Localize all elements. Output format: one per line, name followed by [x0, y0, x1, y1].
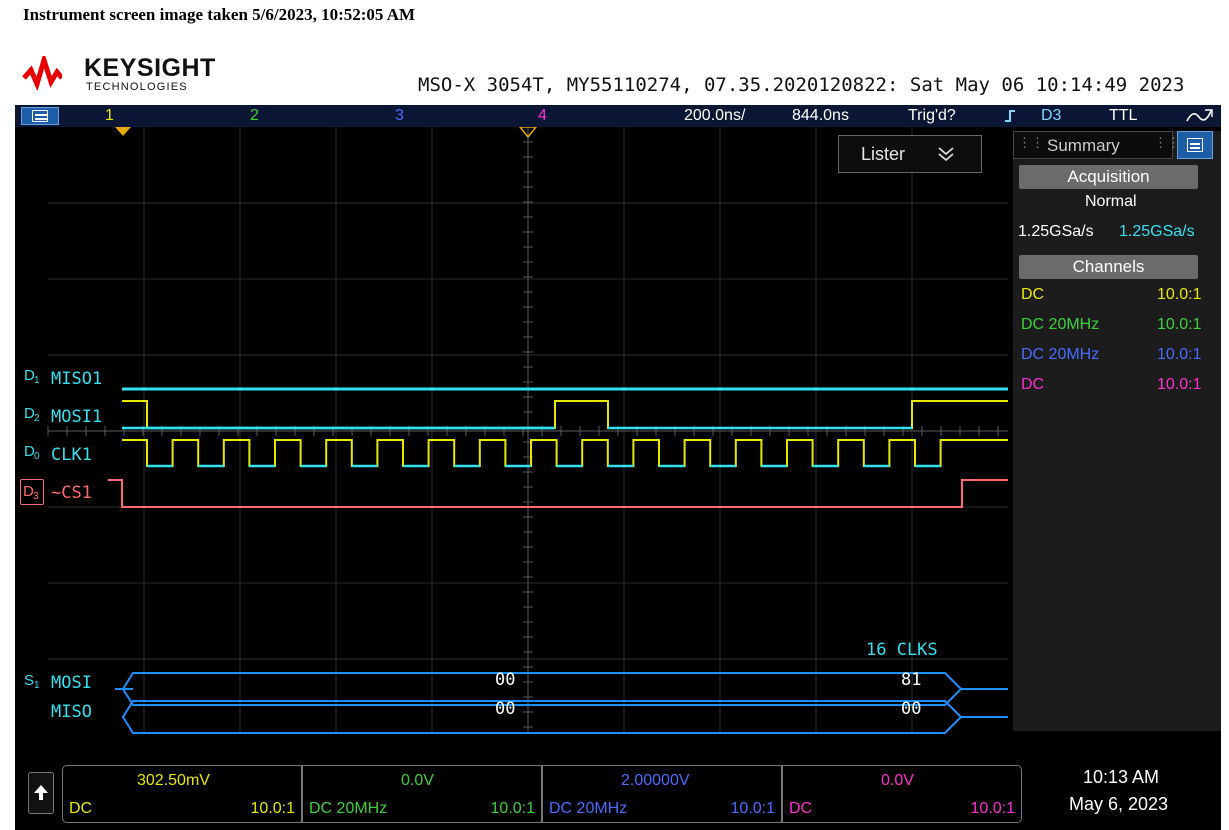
channel-2-label[interactable]: 2	[250, 107, 259, 125]
miso1-label[interactable]: MISO1	[51, 369, 102, 389]
channel-3-label[interactable]: 3	[395, 107, 404, 125]
ch3-scale: 2.00000V	[621, 772, 690, 789]
lister-label: Lister	[861, 144, 906, 164]
ch4-scale: 0.0V	[881, 772, 914, 789]
summary-tab-label: Summary	[1047, 136, 1120, 155]
menu-icon[interactable]	[21, 107, 59, 125]
clk1-trace	[122, 439, 1008, 468]
ch3-coupling: DC 20MHz	[549, 800, 628, 817]
ch1-probe: 10.0:1	[250, 800, 295, 817]
panel-ch1-probe: 10.0:1	[1157, 286, 1202, 303]
scope-display: 1 2 3 4 200.0ns/ 844.0ns Trig'd? D3 TTL	[15, 105, 1221, 830]
capture-title: Instrument screen image taken 5/6/2023, …	[23, 5, 416, 24]
brand-name: KEYSIGHT	[84, 54, 216, 82]
panel-ch4-probe: 10.0:1	[1157, 376, 1202, 393]
ch3-probe: 10.0:1	[730, 800, 775, 817]
clock-count-label: 16 CLKS	[866, 640, 938, 660]
ch2-scale: 0.0V	[401, 772, 434, 789]
delay-value[interactable]: 844.0ns	[792, 107, 849, 125]
arrow-up-icon	[34, 785, 48, 800]
cs1-trace	[108, 479, 1008, 508]
mosi-value-b: 81	[901, 670, 922, 690]
ch4-coupling: DC	[789, 800, 813, 817]
drag-grip-icon[interactable]: ⋮⋮	[1018, 135, 1044, 151]
serial-miso-label[interactable]: MISO	[51, 702, 92, 722]
panel-ch3-probe: 10.0:1	[1157, 346, 1202, 363]
s1-bus-letter: S	[24, 672, 35, 689]
acquisition-header[interactable]: Acquisition	[1019, 165, 1198, 189]
summary-tab[interactable]: ⋮⋮ Summary ⋮⋮	[1013, 131, 1180, 159]
mosi-value-a: 00	[495, 670, 516, 690]
channel-info-bar: 302.50mV DC 10.0:1 0.0V DC 20MHz 10.0:1 …	[15, 761, 1221, 830]
device-info-line: MSO-X 3054T, MY55110274, 07.35.202012082…	[418, 74, 1185, 96]
summary-panel: ⋮⋮ Summary ⋮⋮ Acquisition Normal 1.25GSa…	[1013, 131, 1221, 731]
s1-bus-index: 1	[34, 680, 40, 691]
status-bar: 1 2 3 4 200.0ns/ 844.0ns Trig'd? D3 TTL	[15, 105, 1221, 127]
timebase-value[interactable]: 200.0ns/	[684, 107, 745, 125]
miso-value-b: 00	[901, 699, 922, 719]
channels-header[interactable]: Channels	[1019, 255, 1198, 279]
trigger-source[interactable]: D3	[1041, 107, 1061, 125]
keysight-wave-icon	[22, 56, 62, 90]
sample-rate-primary: 1.25GSa/s	[1018, 223, 1094, 240]
channel-3-info[interactable]: 2.00000V DC 20MHz 10.0:1	[542, 765, 782, 823]
serial-mosi-label[interactable]: MOSI	[51, 673, 92, 693]
keysight-logo: KEYSIGHT TECHNOLOGIES	[22, 54, 232, 96]
clk1-label[interactable]: CLK1	[51, 445, 92, 465]
d3-channel-index: 3	[33, 491, 39, 502]
channel-1-info[interactable]: 302.50mV DC 10.0:1	[62, 765, 302, 823]
brand-subtitle: TECHNOLOGIES	[86, 81, 188, 93]
panel-ch4-coupling: DC	[1021, 376, 1045, 393]
clk1-high-segments	[122, 439, 1008, 467]
clock-time: 10:13 AM	[1083, 767, 1160, 787]
channel-2-info[interactable]: 0.0V DC 20MHz 10.0:1	[302, 765, 542, 823]
panel-ch1-coupling: DC	[1021, 286, 1045, 303]
panel-menu-icon[interactable]	[1177, 131, 1213, 159]
channel-4-label[interactable]: 4	[538, 107, 547, 125]
d0-channel-index: 0	[34, 451, 40, 462]
lister-button[interactable]: Lister	[838, 135, 982, 173]
ch2-probe: 10.0:1	[490, 800, 535, 817]
ch1-coupling: DC	[69, 800, 93, 817]
panel-ch2-probe: 10.0:1	[1157, 316, 1202, 333]
channel-4-info[interactable]: 0.0V DC 10.0:1	[782, 765, 1022, 823]
d3-channel-box[interactable]: D 3	[20, 479, 44, 505]
ch4-probe: 10.0:1	[970, 800, 1015, 817]
ch1-offset-marker[interactable]	[115, 127, 131, 136]
acquisition-mode: Normal	[1085, 193, 1137, 210]
channel-1-label[interactable]: 1	[105, 107, 114, 125]
mosi1-trace	[122, 400, 1008, 430]
panel-ch2-coupling: DC 20MHz	[1021, 316, 1100, 333]
sample-rate-secondary: 1.25GSa/s	[1119, 223, 1195, 240]
ch1-scale: 302.50mV	[137, 772, 210, 789]
trigger-edge-icon	[1005, 110, 1015, 122]
mosi1-label[interactable]: MOSI1	[51, 407, 102, 427]
cs1-label[interactable]: ~CS1	[51, 483, 92, 503]
d1-channel-index: 1	[34, 375, 40, 386]
d2-channel-index: 2	[34, 413, 40, 424]
trigger-level[interactable]: TTL	[1109, 107, 1137, 125]
trigger-status: Trig'd?	[908, 107, 956, 124]
run-mode-icon[interactable]	[1185, 107, 1215, 125]
waveform-area[interactable]	[15, 127, 1008, 737]
chevron-down-icon	[938, 147, 954, 162]
panel-ch3-coupling: DC 20MHz	[1021, 346, 1100, 363]
expand-up-button[interactable]	[28, 772, 54, 814]
ch2-coupling: DC 20MHz	[309, 800, 388, 817]
clock-date: May 6, 2023	[1069, 794, 1169, 814]
miso-value-a: 00	[495, 699, 516, 719]
